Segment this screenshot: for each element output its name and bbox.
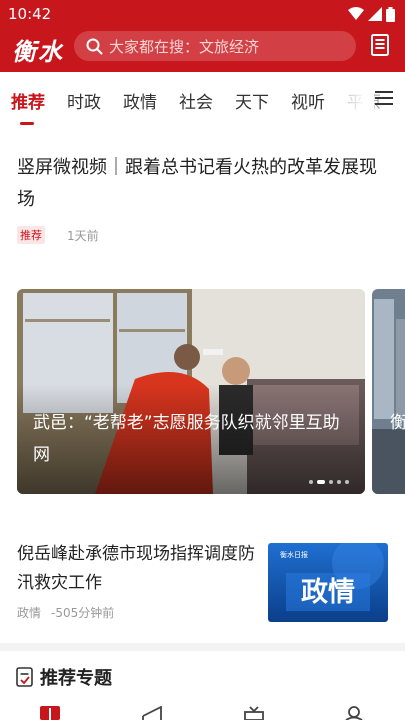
carousel-slide[interactable]: 武邑：“老帮老”志愿服务队织就邻里互助网 (17, 289, 365, 494)
active-tab-indicator (20, 122, 34, 125)
app-bar: 衡水 大家都在搜：文旅经济 (0, 28, 405, 72)
search-bar[interactable]: 大家都在搜：文旅经济 (74, 31, 356, 61)
tab-recommend[interactable]: 推荐 (11, 88, 45, 113)
system-icons (348, 6, 395, 22)
topic-list-icon (16, 667, 33, 687)
tab-society[interactable]: 社会 (179, 88, 213, 113)
wifi-icon (348, 7, 364, 20)
carousel-dot (337, 480, 341, 484)
thumbnail-logo: 衡水日报 (280, 550, 308, 559)
carousel-caption: 武邑：“老帮老”志愿服务队织就邻里互助网 (33, 413, 340, 465)
signal-icon (368, 7, 382, 21)
article-card[interactable]: 倪岳峰赴承德市现场指挥调度防汛救灾工作 政情 -505分钟前 (17, 540, 257, 621)
article-category: 政情 (17, 606, 42, 620)
carousel-dot (309, 480, 313, 484)
carousel-next-photo (372, 289, 405, 494)
section-header: 推荐专题 (16, 664, 112, 690)
tab-governance[interactable]: 政情 (123, 88, 157, 113)
section-divider (0, 643, 405, 651)
article-time: -505分钟前 (51, 606, 115, 620)
carousel-dots (309, 480, 349, 484)
search-placeholder: 大家都在搜：文旅经济 (109, 37, 260, 56)
tab-fade (334, 72, 374, 128)
tab-politics[interactable]: 时政 (67, 88, 101, 113)
search-icon (86, 38, 103, 54)
article-title: 竖屏微视频｜跟着总书记看火热的改革发展现场 (17, 157, 377, 210)
article-time: 1天前 (67, 228, 99, 243)
newspaper-icon[interactable] (371, 34, 389, 56)
recommend-tag: 推荐 (17, 226, 45, 244)
home-icon[interactable] (40, 706, 60, 720)
status-time: 10:42 (8, 5, 52, 23)
tv-icon[interactable] (243, 706, 265, 720)
article-card[interactable]: 竖屏微视频｜跟着总书记看火热的改革发展现场 推荐 1天前 (17, 152, 392, 244)
tab-world[interactable]: 天下 (235, 88, 269, 113)
article-meta: 政情 -505分钟前 (17, 604, 257, 621)
carousel-next-caption: 衡水心 (390, 413, 405, 433)
category-tabs: 推荐 时政 政情 社会 天下 视听 平原 (0, 72, 405, 128)
thumbnail-image: 衡水日报 政情 (268, 543, 388, 622)
bottom-nav (0, 700, 405, 720)
section-title: 推荐专题 (40, 668, 112, 689)
article-title: 倪岳峰赴承德市现场指挥调度防汛救灾工作 (17, 544, 255, 593)
carousel-next-slide[interactable]: 衡水心 (372, 289, 405, 494)
article-thumbnail[interactable]: 衡水日报 政情 (268, 543, 388, 622)
app-logo: 衡水 (12, 37, 64, 66)
battery-icon (386, 6, 395, 22)
megaphone-icon[interactable] (141, 706, 163, 720)
tab-video[interactable]: 视听 (291, 88, 325, 113)
carousel-dot-active (317, 480, 325, 484)
carousel-dot (329, 480, 333, 484)
user-icon[interactable] (344, 706, 364, 720)
app-header: 10:42 衡水 大家都在搜：文旅经济 (0, 0, 405, 72)
menu-icon[interactable] (375, 90, 393, 106)
status-bar: 10:42 (0, 0, 405, 28)
thumbnail-text: 政情 (301, 577, 355, 608)
article-meta: 推荐 1天前 (17, 226, 392, 244)
carousel-dot (345, 480, 349, 484)
